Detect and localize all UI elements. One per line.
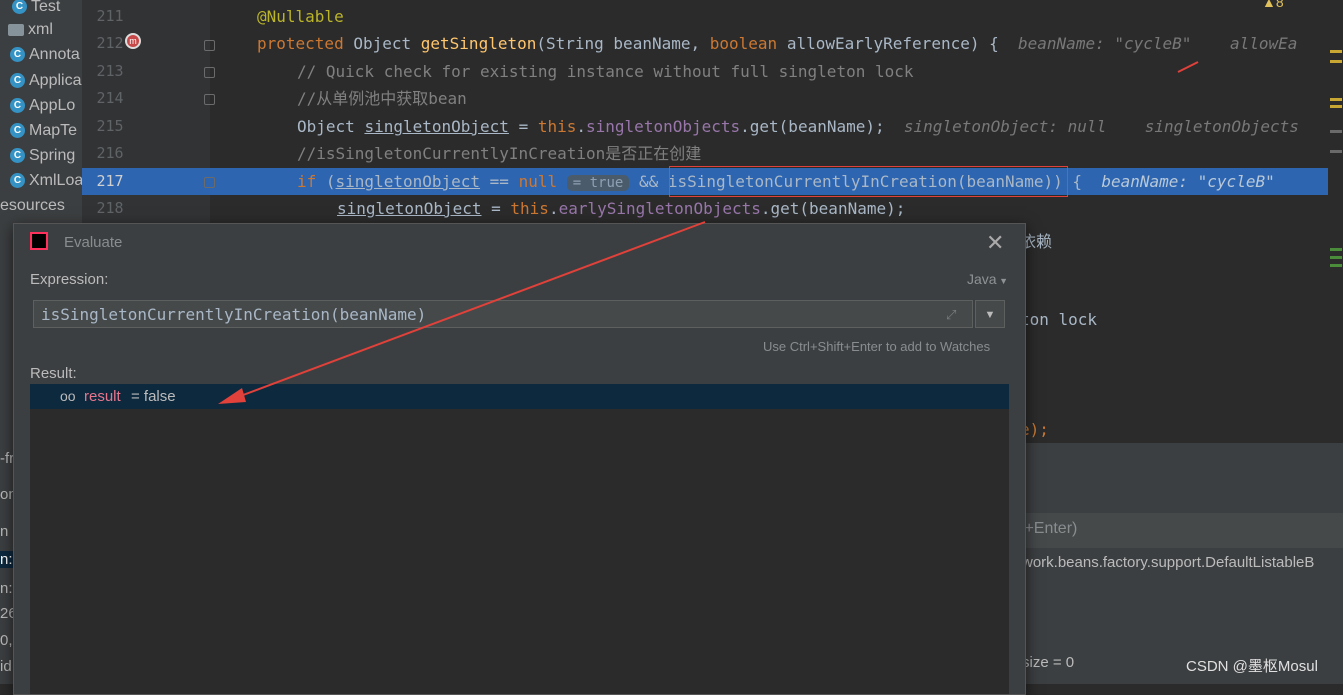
inline-debug-value: allowEa (1229, 34, 1298, 53)
expression-label: Expression: (30, 271, 109, 288)
line-number: 211 (96, 7, 124, 25)
language-selector[interactable]: Java ▼ (967, 271, 1008, 287)
stripe-mark[interactable] (1330, 150, 1342, 153)
background-code: ton lock (1020, 310, 1098, 329)
result-row[interactable]: oo result = false (30, 384, 1009, 409)
fold-icon[interactable] (204, 40, 215, 51)
code-line-212: protected Object getSingleton(String bea… (257, 34, 1298, 53)
line-number: 213 (96, 62, 124, 80)
stripe-mark[interactable] (1330, 105, 1342, 108)
code-line-216: //isSingletonCurrentlyInCreation是否正在创建 (297, 144, 702, 163)
stripe-mark[interactable] (1330, 256, 1342, 259)
dialog-title: Evaluate (64, 234, 123, 251)
inline-debug-value: beanName: "cycleB" (1101, 172, 1275, 191)
inline-debug-value: singletonObjects (1144, 117, 1299, 136)
class-icon: C (12, 0, 27, 15)
watch-glasses-icon: oo (60, 388, 76, 404)
tree-item-annota[interactable]: C Annota (10, 42, 80, 67)
tree-item-applo[interactable]: C AppLo (10, 93, 75, 118)
tree-item-applica[interactable]: C Applica (10, 68, 81, 93)
highlight-annotation-box (669, 166, 1068, 197)
chevron-up-icon[interactable]: ˆ (1300, 0, 1305, 11)
close-icon[interactable]: ✕ (986, 230, 1004, 256)
stripe-mark[interactable] (1330, 98, 1342, 101)
result-tree[interactable]: oo result = false (30, 384, 1009, 694)
frame-fragment: id (0, 658, 12, 675)
tree-item-resources[interactable]: esources (0, 193, 65, 218)
code-line-211: @Nullable (257, 7, 344, 26)
history-dropdown-button[interactable]: ▼ (975, 300, 1005, 328)
line-number: 216 (96, 144, 124, 162)
class-icon: C (10, 123, 25, 139)
code-line-213: // Quick check for existing instance wit… (297, 62, 914, 81)
stripe-mark[interactable] (1330, 60, 1342, 63)
code-line-218: singletonObject = this.earlySingletonObj… (337, 199, 906, 218)
fold-icon[interactable] (204, 177, 215, 188)
stripe-mark[interactable] (1330, 50, 1342, 53)
background-variable: work.beans.factory.support.DefaultListab… (1022, 554, 1315, 571)
tree-item-xml[interactable]: xml (8, 17, 53, 42)
chevron-down-icon: ▼ (996, 276, 1008, 286)
class-icon: C (10, 98, 25, 114)
inline-value-badge: = true (566, 175, 630, 191)
result-label: Result: (30, 365, 77, 382)
result-name: result (84, 388, 121, 405)
evaluate-dialog[interactable]: Evaluate ✕ Expression: Java ▼ isSingleto… (13, 223, 1026, 695)
expand-icon[interactable]: ⤢ (946, 307, 956, 323)
watch-hint: Use Ctrl+Shift+Enter to add to Watches (763, 339, 991, 354)
folder-icon (8, 23, 24, 36)
class-icon: C (10, 148, 25, 164)
line-number: 215 (96, 117, 124, 135)
inline-debug-value: singletonObject: null (903, 117, 1107, 136)
tree-item-spring[interactable]: C Spring (10, 143, 75, 168)
frame-fragment: n:2 (0, 551, 21, 568)
result-value: = false (131, 388, 176, 405)
inline-debug-value: beanName: "cycleB" (1018, 34, 1192, 53)
class-icon: C (10, 173, 25, 189)
background-variable: size = 0 (1022, 654, 1075, 671)
code-line-214: //从单例池中获取bean (297, 89, 467, 108)
background-hint: t+Enter) (1020, 520, 1078, 537)
watermark: CSDN @墨枢Mosul (1186, 658, 1318, 675)
chevron-down-icon: ▼ (984, 309, 996, 321)
tree-item-xmlloa[interactable]: C XmlLoa (10, 168, 82, 193)
line-number: 218 (96, 199, 124, 217)
line-number: 217 (96, 172, 124, 190)
fold-icon[interactable] (204, 67, 215, 78)
line-number: 214 (96, 89, 124, 107)
class-icon: C (10, 47, 25, 63)
intellij-logo-icon (30, 232, 48, 250)
fold-icon[interactable] (204, 94, 215, 105)
override-method-icon[interactable]: m (125, 33, 141, 49)
code-line-215: Object singletonObject = this.singletonO… (297, 117, 1299, 136)
stripe-mark[interactable] (1330, 130, 1342, 133)
tree-item-mapte[interactable]: C MapTe (10, 118, 77, 143)
stripe-mark[interactable] (1330, 248, 1342, 251)
class-icon: C (10, 73, 25, 89)
stripe-mark[interactable] (1330, 264, 1342, 267)
warning-indicator[interactable]: ▲8 (1262, 0, 1284, 10)
line-number: 212 (96, 34, 124, 52)
expression-input[interactable]: isSingletonCurrentlyInCreation(beanName) (33, 300, 973, 328)
